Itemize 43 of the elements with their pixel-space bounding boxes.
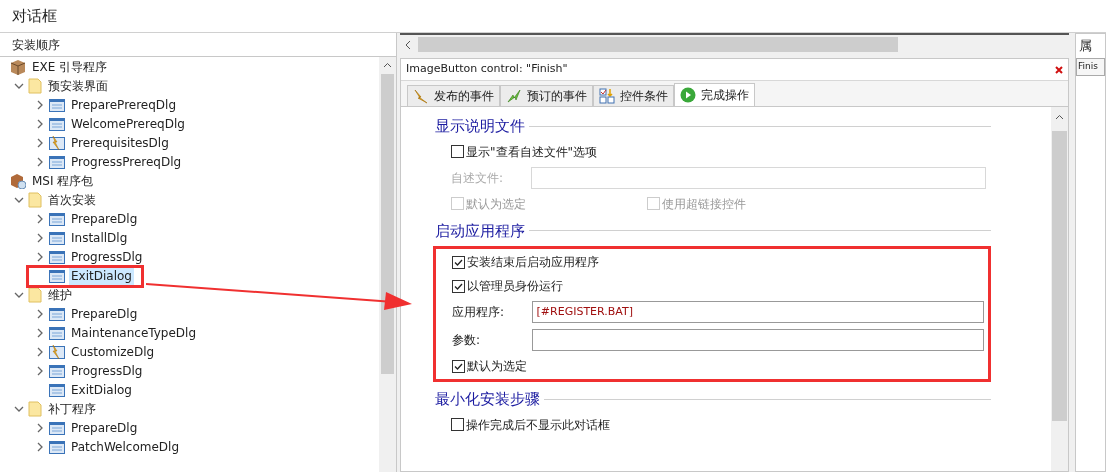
section-title: 启动应用程序: [435, 220, 525, 242]
section-title: 最小化安装步骤: [435, 389, 540, 410]
tab[interactable]: 预订的事件: [500, 85, 593, 106]
tree-item[interactable]: InstallDlg: [69, 228, 130, 247]
tree-item[interactable]: MaintenanceTypeDlg: [69, 323, 199, 342]
control-title: ImageButton control: "Finish": [406, 61, 568, 78]
tree-item[interactable]: PatchWelcomeDlg: [69, 437, 182, 456]
window-title: 对话框: [0, 0, 1106, 33]
tree-item[interactable]: MSI 程序包: [30, 171, 96, 190]
tree-item[interactable]: 补丁程序: [46, 399, 98, 418]
tree-item[interactable]: EXE 引导程序: [30, 57, 110, 76]
tree-item[interactable]: ProgressDlg: [69, 361, 145, 380]
field-label: 应用程序:: [452, 304, 506, 321]
checkbox-label: 使用超链接控件: [662, 195, 746, 213]
checkbox-label: 操作完成后不显示此对话框: [466, 416, 610, 434]
checkbox-label: 默认为选定: [467, 358, 527, 375]
tree-item[interactable]: ProgressPrereqDlg: [69, 152, 184, 171]
checkbox-label: 显示"查看自述文件"选项: [466, 143, 598, 161]
tab[interactable]: 控件条件: [593, 85, 674, 106]
input-field[interactable]: [#REGISTER.BAT]: [531, 301, 984, 323]
section-title: 显示说明文件: [435, 116, 525, 137]
tree-item[interactable]: ExitDialog: [69, 380, 134, 399]
checkbox-label: 以管理员身份运行: [467, 278, 563, 295]
tree-item[interactable]: PrepareDlg: [69, 209, 140, 228]
tree-item[interactable]: ProgressDlg: [69, 247, 145, 266]
tree-item[interactable]: WelcomePrereqDlg: [69, 114, 187, 133]
tab[interactable]: 发布的事件: [407, 85, 500, 106]
checkbox-label: 安装结束后启动应用程序: [467, 254, 599, 271]
tree-item[interactable]: PrepareDlg: [69, 304, 140, 323]
panel-header: 属: [1078, 37, 1093, 56]
tab[interactable]: 完成操作: [674, 83, 755, 106]
checkbox-label: 默认为选定: [466, 195, 526, 213]
object-selector[interactable]: Finis: [1076, 58, 1105, 76]
tree-item[interactable]: 预安装界面: [46, 76, 110, 95]
tree-item[interactable]: PrerequisitesDlg: [69, 133, 171, 152]
field-label: 自述文件:: [451, 169, 505, 187]
tree-item[interactable]: 维护: [46, 285, 74, 304]
tree-item[interactable]: CustomizeDlg: [69, 342, 157, 361]
field-label: 参数:: [452, 332, 482, 349]
tree-item[interactable]: PrepareDlg: [69, 418, 140, 437]
tree-item[interactable]: PreparePrereqDlg: [69, 95, 179, 114]
panel-header: 安装顺序: [0, 33, 396, 57]
tree-item[interactable]: 首次安装: [46, 190, 98, 209]
